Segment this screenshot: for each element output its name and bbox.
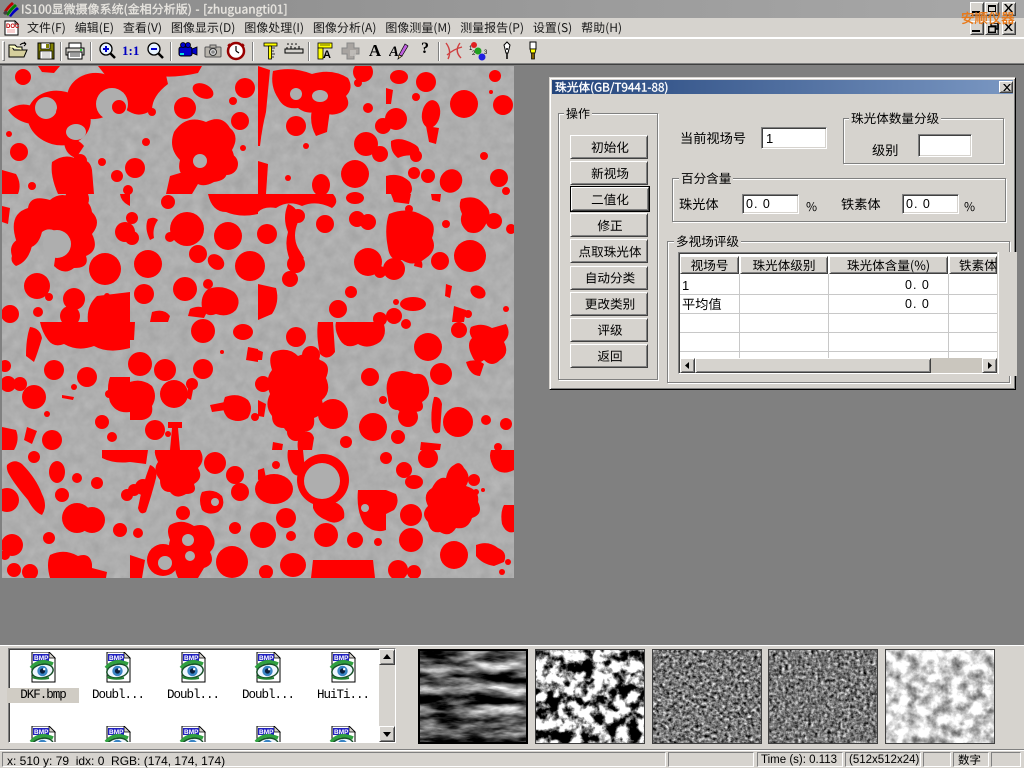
svg-text:A: A: [323, 49, 331, 61]
svg-text:A: A: [389, 44, 399, 60]
svg-text:DOC: DOC: [6, 24, 20, 30]
svg-text:3: 3: [484, 50, 488, 56]
